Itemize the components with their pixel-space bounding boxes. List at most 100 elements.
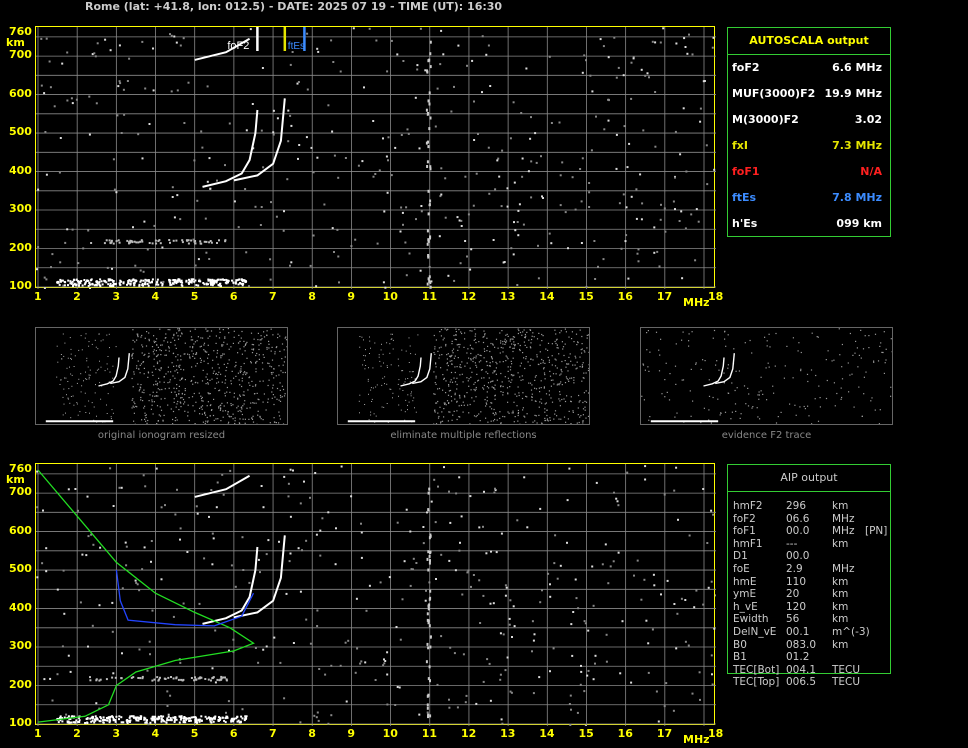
noise-dot [354,238,357,241]
noise-dot [352,27,355,30]
noise-dot [144,87,147,90]
thumbnail-noise-dot [646,332,648,334]
noise-dot [164,504,166,507]
thumbnail-noise-dot [860,357,862,359]
noise-dot [510,691,513,694]
thumbnail-noise-dot [76,382,78,384]
noise-dot [229,469,232,472]
thumbnail-noise-dot [267,384,269,387]
es-trace-point [109,716,112,719]
thumbnail-noise-dot [441,354,443,356]
thumbnail-noise-dot [221,344,223,346]
thumbnail-noise-dot [248,382,250,384]
thumbnail-noise-dot [207,420,209,422]
thumbnail-noise-dot [448,411,450,413]
noise-dot [92,543,95,546]
noise-dot [567,247,569,250]
thumbnail-noise-dot [571,377,573,379]
noise-dot [440,193,443,196]
noise-dot [120,486,123,489]
thumbnail-noise-dot [152,391,154,393]
thumbnail-noise-dot [435,366,437,368]
thumbnail-noise-dot [88,376,90,378]
thumbnail-noise-dot [525,395,527,397]
thumbnail-noise-dot [466,362,468,364]
thumbnail-noise-dot [153,349,155,351]
thumbnail-noise-dot [470,359,472,361]
thumbnail-noise-dot [470,376,472,378]
noise-dot [45,37,48,40]
thumbnail-noise-dot [159,381,161,383]
thumbnail-noise-dot [551,343,553,345]
thumbnail-noise-dot [668,399,671,401]
es-trace-point [135,719,138,722]
thumbnail-noise-dot [209,379,211,381]
es-multiple-point [90,242,93,244]
thumbnail-noise-dot [451,419,453,421]
thumbnail-noise-dot [195,352,198,354]
aip-value: 06.6 [786,512,810,525]
thumbnail-noise-dot [461,373,463,375]
noise-dot [630,681,633,684]
thumbnail-noise-dot [363,339,364,341]
thumbnail-noise-dot [64,342,66,344]
thumbnail-noise-dot [159,360,161,362]
thumbnail-noise-dot [473,383,475,385]
noise-dot [119,82,122,85]
thumbnail-noise-dot [151,401,153,403]
thumbnail-noise-dot [556,344,558,346]
thumbnail-noise-dot [574,355,576,357]
es-multiple-point [148,242,151,244]
thumbnail-noise-dot [541,340,543,342]
thumbnail-noise-dot [277,337,279,339]
noise-dot [466,571,469,574]
thumbnail-noise-dot [251,417,253,419]
thumbnail-noise-dot [808,415,810,417]
thumbnail-noise-dot [868,335,870,337]
thumbnail-noise-dot [266,348,268,350]
thumbnail-noise-dot [537,363,539,365]
thumbnail-noise-dot [579,356,581,358]
thumbnail-noise-dot [386,403,388,404]
noise-dot [193,159,196,162]
noise-dot [91,624,94,627]
thumbnail-noise-dot [751,352,753,354]
thumbnail-noise-dot [217,381,220,383]
thumbnail-noise-dot [447,365,449,367]
interference-dot [427,212,430,216]
noise-dot [160,578,163,581]
noise-dot [224,164,226,167]
thumbnail-noise-dot [260,335,262,337]
thumbnail-noise-dot [147,371,149,373]
noise-dot [316,625,319,627]
noise-dot [309,264,312,267]
noise-dot [94,55,97,58]
thumbnail-noise-dot [520,379,522,381]
thumbnail-noise-dot [570,400,572,402]
noise-dot [699,698,701,701]
thumbnail-noise-dot [466,392,468,394]
thumbnail-noise-dot [216,377,218,379]
noise-dot [493,491,496,494]
thumbnail-noise-dot [242,394,244,396]
noise-dot [45,278,48,281]
thumbnail-evidence [640,327,893,425]
es-multiple-point [155,242,158,245]
noise-dot [315,285,318,288]
thumbnail-noise-dot [759,418,761,420]
thumbnail-noise-dot [561,398,563,401]
thumbnail-noise-dot [100,340,102,342]
noise-dot [550,122,553,124]
thumbnail-noise-dot [504,340,506,342]
noise-dot [516,519,519,522]
es-trace-point [74,721,77,724]
aip-key: foE [733,563,750,575]
noise-dot [336,228,339,231]
es-trace-point [188,280,191,283]
noise-dot [594,662,596,665]
es-trace-point [215,281,218,284]
thumbnail-noise-dot [156,384,158,386]
thumbnail-noise-dot [239,348,241,350]
thumbnail-noise-dot [155,383,157,385]
noise-dot [499,632,502,635]
